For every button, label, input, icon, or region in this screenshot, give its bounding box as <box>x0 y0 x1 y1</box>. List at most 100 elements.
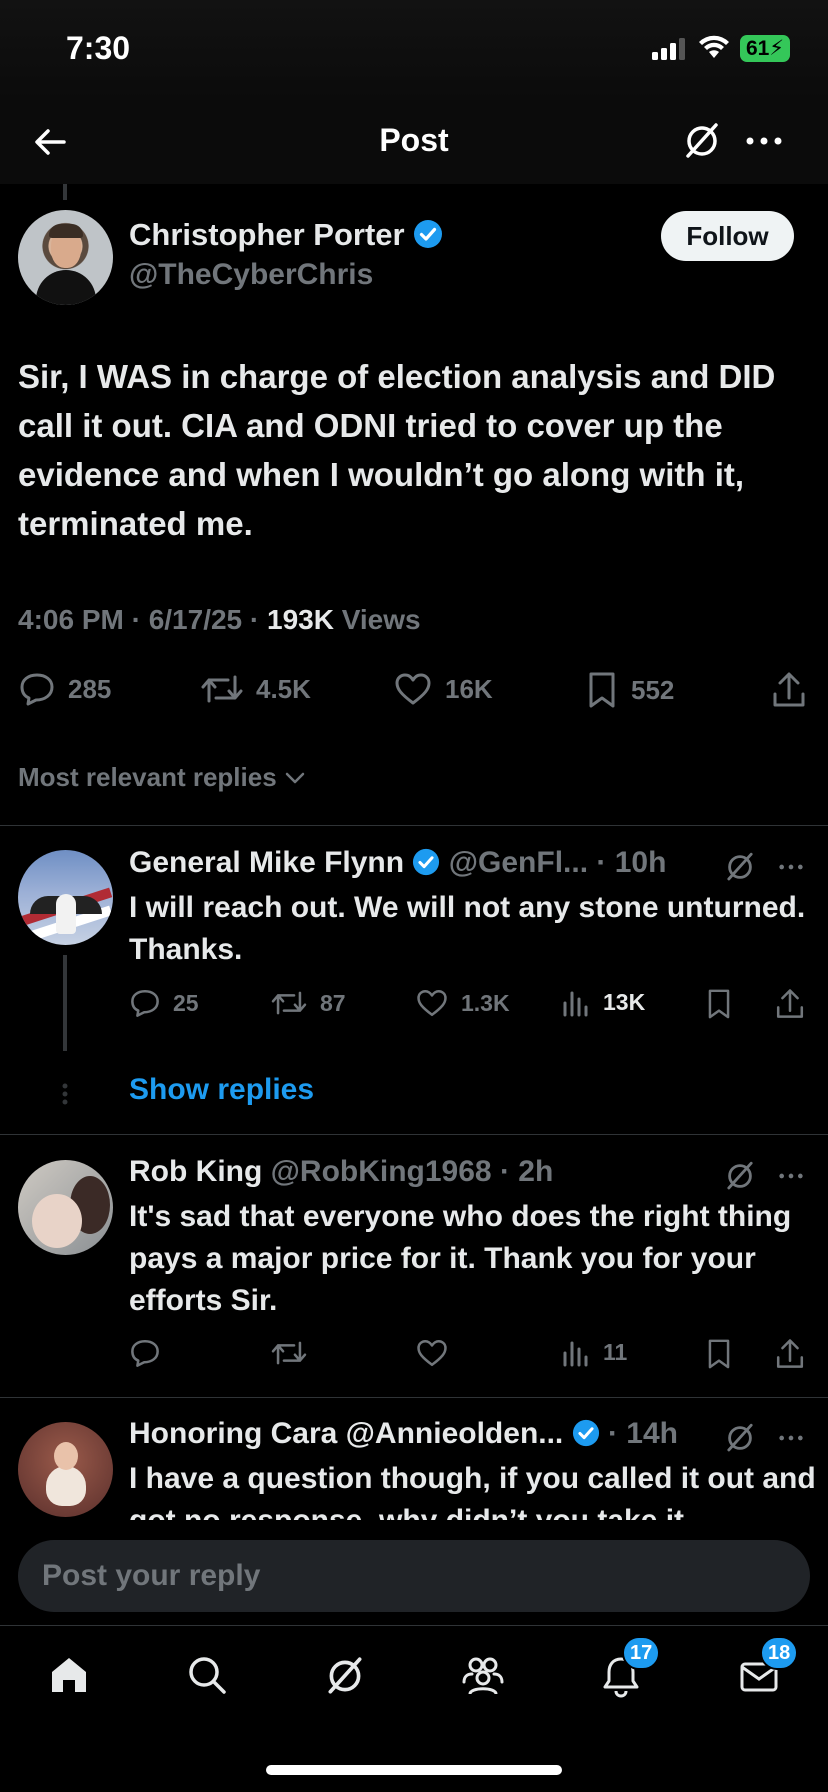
messages-badge: 18 <box>760 1636 799 1670</box>
views-button[interactable]: 13K <box>561 987 645 1017</box>
heart-icon <box>417 989 447 1017</box>
cellular-signal-icon <box>652 38 685 60</box>
grok-icon[interactable] <box>724 850 756 884</box>
author-name[interactable]: Christopher Porter <box>129 217 443 253</box>
reply-count: 25 <box>173 989 199 1016</box>
reply-input[interactable]: Post your reply <box>18 1540 810 1612</box>
reply-avatar-cara[interactable] <box>18 1422 113 1517</box>
grok-icon[interactable] <box>724 1421 756 1455</box>
status-time: 7:30 <box>66 30 131 66</box>
reply-count: 285 <box>68 673 112 704</box>
reply-author-name[interactable]: Honoring Cara @Annieolden... · 14h <box>129 1417 678 1451</box>
grok-icon[interactable] <box>724 1159 756 1193</box>
battery-level: 61 <box>745 37 770 60</box>
reply-text: I will reach out. We will not any stone … <box>129 891 806 966</box>
thread-connector <box>63 955 67 1051</box>
repost-count: 4.5K <box>256 673 311 704</box>
top-navigation: Post <box>0 100 828 184</box>
author-handle[interactable]: @TheCyberChris <box>129 258 373 292</box>
heart-icon <box>395 673 431 705</box>
post-timestamp: 4:06 PM · 6/17/25 · <box>18 604 268 635</box>
verified-badge-icon <box>413 848 440 876</box>
reply-button[interactable] <box>129 1337 173 1369</box>
reply-author-name[interactable]: Rob King @RobKing1968 · 2h <box>129 1155 553 1189</box>
charging-bolt-icon: ⚡ <box>769 37 785 60</box>
post-text: Sir, I WAS in charge of election analysi… <box>18 358 776 542</box>
thread-ellipsis-icon <box>62 1083 68 1105</box>
chevron-down-icon <box>285 772 304 783</box>
post-views-label: Views <box>333 604 421 635</box>
author-avatar[interactable] <box>18 210 113 305</box>
views-button[interactable]: 11 <box>561 1337 627 1367</box>
verified-badge-icon <box>414 220 443 248</box>
like-count: 16K <box>445 673 493 704</box>
tab-home[interactable] <box>48 1654 90 1696</box>
reply-handle-time: @GenFl... · 10h <box>448 846 667 879</box>
reply-handle-time: @RobKing1968 · 2h <box>270 1155 554 1188</box>
bookmark-icon <box>708 1339 730 1369</box>
reply-author-name[interactable]: General Mike Flynn @GenFl... · 10h <box>129 846 666 880</box>
show-replies-link[interactable]: Show replies <box>129 1073 314 1107</box>
post-views-count: 193K <box>267 604 334 635</box>
tab-notifications[interactable]: 17 <box>600 1636 661 1698</box>
bookmark-icon <box>589 672 615 708</box>
tab-messages[interactable]: 18 <box>738 1636 799 1698</box>
search-icon <box>189 1657 226 1694</box>
bookmark-button[interactable] <box>705 1337 745 1371</box>
author-name-text: Christopher Porter <box>129 217 405 252</box>
like-button[interactable]: 1.3K <box>415 987 510 1019</box>
reply-avatar-flynn[interactable] <box>18 850 113 945</box>
post-metadata: 4:06 PM · 6/17/25 · 193K Views <box>18 604 421 636</box>
like-button[interactable]: 16K <box>393 670 493 708</box>
tab-search[interactable] <box>186 1654 228 1696</box>
repost-button[interactable]: 4.5K <box>200 670 311 708</box>
bookmark-button[interactable] <box>705 987 745 1021</box>
repost-icon <box>201 675 243 703</box>
view-count: 11 <box>603 1338 628 1365</box>
repost-icon <box>271 1341 307 1365</box>
home-icon <box>52 1658 86 1692</box>
divider <box>0 825 828 826</box>
share-button[interactable] <box>774 987 818 1021</box>
repost-icon <box>271 991 307 1015</box>
reply-button[interactable]: 25 <box>129 987 199 1019</box>
like-button[interactable] <box>415 1337 461 1369</box>
reply-composer-bar: Post your reply <box>0 1520 828 1624</box>
reply-clipped: Honoring Cara @Annieolden... · 14h I hav… <box>0 1400 828 1520</box>
reply-author-name-text: Honoring Cara @Annieolden... <box>129 1417 564 1450</box>
bookmark-icon <box>708 989 730 1019</box>
more-options-icon[interactable] <box>776 1166 806 1186</box>
battery-indicator: 61⚡ <box>740 35 790 62</box>
repost-button[interactable]: 87 <box>270 987 346 1019</box>
tab-communities[interactable] <box>460 1654 506 1696</box>
thread-connector <box>63 184 67 200</box>
bookmark-button[interactable]: 552 <box>585 670 674 710</box>
share-icon <box>776 1339 804 1368</box>
share-button[interactable] <box>774 1337 818 1371</box>
reply-icon <box>20 673 54 706</box>
home-indicator <box>266 1765 562 1775</box>
reply-icon <box>131 989 159 1017</box>
heart-icon <box>417 1339 447 1367</box>
divider <box>0 1134 828 1135</box>
status-bar: 7:30 61⚡ <box>0 0 828 100</box>
reply-author-name-text: General Mike Flynn <box>129 846 405 879</box>
follow-button[interactable]: Follow <box>661 211 794 261</box>
reply-sort-dropdown[interactable]: Most relevant replies <box>18 762 307 793</box>
share-button[interactable] <box>770 670 820 710</box>
communities-icon <box>462 1657 504 1695</box>
share-icon <box>776 989 804 1018</box>
grok-icon[interactable] <box>682 120 722 162</box>
wifi-icon <box>699 35 729 58</box>
reply-icon <box>131 1339 159 1367</box>
more-options-icon[interactable] <box>776 1428 806 1448</box>
grok-icon <box>328 1657 362 1694</box>
reply-button[interactable]: 285 <box>18 670 111 708</box>
bookmark-count: 552 <box>631 674 675 705</box>
more-options-icon[interactable] <box>776 857 806 877</box>
reply-avatar-robking[interactable] <box>18 1160 113 1255</box>
more-options-icon[interactable] <box>744 126 784 156</box>
repost-button[interactable] <box>270 1337 320 1369</box>
reply-text: I have a question though, if you called … <box>129 1462 816 1520</box>
tab-grok[interactable] <box>324 1654 366 1698</box>
